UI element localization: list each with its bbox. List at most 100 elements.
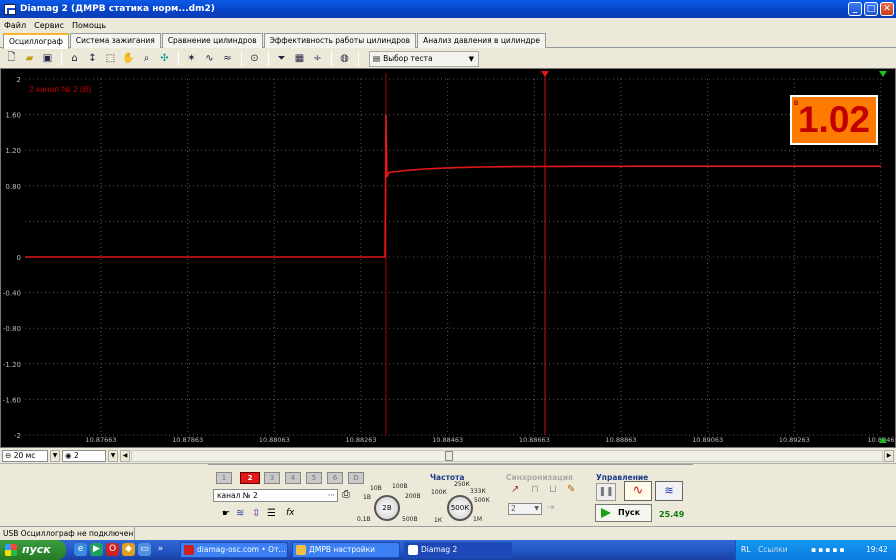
channel-name-field[interactable]: канал № 2 ···: [213, 489, 338, 502]
spectrum-icon[interactable]: ✶: [183, 51, 200, 67]
y-tick-label: 1.20: [5, 147, 21, 155]
clock: 19:42: [866, 545, 888, 554]
oscilloscope-screen[interactable]: 2 1.60 1.20 0.80 0 -0.40 -0.80 -1.20 -1.60 -2 10.8…: [0, 68, 896, 448]
y-tick-label: -2: [14, 432, 21, 440]
sine-mode-button[interactable]: ∿: [624, 481, 652, 501]
probe-icon[interactable]: ☛: [222, 509, 230, 519]
divide-icon[interactable]: ÷: [309, 51, 326, 67]
volt-label-10v: 10В: [370, 485, 382, 492]
gauge-icon[interactable]: ◍: [336, 51, 353, 67]
menu-file[interactable]: Файл: [4, 21, 26, 30]
more-quicklaunch-icon[interactable]: »: [154, 543, 167, 556]
menu-service[interactable]: Сервис: [34, 21, 64, 30]
task-diamag-label: Diamag 2: [421, 545, 458, 554]
x-tick-label: 10.88663: [519, 436, 550, 444]
sync-gate-icon[interactable]: ⊓: [531, 484, 539, 495]
updown-icon[interactable]: ⇳: [252, 508, 260, 519]
task-diamag[interactable]: Diamag 2: [404, 542, 512, 558]
start-button[interactable]: Пуск: [595, 504, 652, 522]
pause-button[interactable]: ❚❚: [596, 483, 616, 501]
open-folder-icon[interactable]: ▰: [21, 51, 38, 67]
scope-plot: 2 1.60 1.20 0.80 0 -0.40 -0.80 -1.20 -1.60 -2 10.8…: [3, 71, 894, 444]
noise-mode-button[interactable]: ≋: [655, 481, 683, 501]
volt-label-100v: 100В: [392, 483, 408, 490]
x-tick-label: 10.88263: [345, 436, 376, 444]
sync-fall-icon[interactable]: ⊔: [549, 484, 557, 495]
cursor-tool-icon[interactable]: ⌂: [66, 51, 83, 67]
start-button-taskbar[interactable]: пуск: [0, 540, 66, 560]
task-browser[interactable]: diamag-osc.com • От...: [180, 542, 288, 558]
minimize-button[interactable]: _: [848, 2, 862, 16]
scroll-thumb[interactable]: [445, 451, 453, 461]
close-button[interactable]: ✕: [880, 2, 894, 16]
tab-cylinder-efficiency[interactable]: Эффективность работы цилиндров: [263, 33, 417, 48]
tab-cylinder-comparison[interactable]: Сравнение цилиндров: [161, 33, 263, 48]
channel-button-1[interactable]: 1: [216, 472, 232, 484]
frequency-knob[interactable]: 500К: [447, 495, 473, 521]
y-tick-label: 0: [17, 254, 21, 262]
sync-channel-select[interactable]: 2 ▼: [508, 503, 542, 515]
tray-icons: ▪▪▪▪▪: [811, 545, 847, 554]
player-quicklaunch-icon[interactable]: ▶: [90, 543, 103, 556]
x-tick-label: 10.89063: [692, 436, 723, 444]
task-settings[interactable]: ДМРВ настройки: [292, 542, 400, 558]
freq-label-1m: 1М: [473, 516, 482, 523]
links-toolbar[interactable]: Ссылки: [758, 540, 787, 560]
channel-button-d[interactable]: D: [348, 472, 364, 484]
new-file-icon[interactable]: 🗋: [3, 51, 20, 67]
timebase-select[interactable]: ⊖ 20 мс: [2, 450, 48, 462]
x-tick-label: 10.88463: [432, 436, 463, 444]
lines-icon[interactable]: ☰: [267, 508, 276, 519]
funnel-icon[interactable]: ⏷: [273, 51, 290, 67]
function-icon[interactable]: fx: [286, 508, 295, 518]
meter-icon[interactable]: ⊙: [246, 51, 263, 67]
channel-button-4[interactable]: 4: [285, 472, 301, 484]
channel-button-6[interactable]: 6: [327, 472, 343, 484]
channel-count-select[interactable]: ◉ 2: [62, 450, 106, 462]
voltage-knob-value: 2В: [382, 504, 392, 512]
hand-tool-icon[interactable]: ✋: [120, 51, 137, 67]
tab-ignition-system[interactable]: Система зажигания: [69, 33, 161, 48]
y-tick-label: -1.20: [3, 361, 21, 369]
sync-arrows-icon[interactable]: ⇥: [547, 503, 555, 513]
language-indicator[interactable]: RL: [741, 540, 750, 560]
channel-button-5[interactable]: 5: [306, 472, 322, 484]
zoom-icon[interactable]: ⌕: [138, 51, 155, 67]
channel-button-2[interactable]: 2: [240, 472, 260, 484]
test-select-icon: ▤: [373, 54, 381, 63]
channel-button-3[interactable]: 3: [264, 472, 280, 484]
printer-icon[interactable]: ⎙: [342, 489, 350, 500]
opera-quicklaunch-icon[interactable]: O: [106, 543, 119, 556]
filter-icon[interactable]: ✣: [156, 51, 173, 67]
y-tick-label: -1.60: [3, 396, 21, 404]
x-tick-label: 10.87863: [172, 436, 203, 444]
sync-rise-icon[interactable]: ↗: [511, 484, 519, 495]
scroll-left-button[interactable]: ◀: [120, 450, 130, 462]
menu-help[interactable]: Помощь: [72, 21, 106, 30]
sync-auto-icon[interactable]: ✎: [567, 484, 575, 495]
channel-count-dropdown-button[interactable]: ▼: [108, 450, 118, 462]
scroll-right-button[interactable]: ▶: [884, 450, 894, 462]
voltage-knob[interactable]: 2В: [374, 495, 400, 521]
wave-a-icon[interactable]: ∿: [201, 51, 218, 67]
measure-tool-icon[interactable]: ↕: [84, 51, 101, 67]
tab-oscilloscope[interactable]: Осциллограф: [3, 33, 69, 49]
start-label: пуск: [22, 543, 51, 556]
maximize-button[interactable]: □: [864, 2, 878, 16]
x-tick-label: 10.88063: [259, 436, 290, 444]
horizontal-scrollbar[interactable]: [131, 450, 883, 462]
save-icon[interactable]: ▣: [39, 51, 56, 67]
timebase-dropdown-button[interactable]: ▼: [50, 450, 60, 462]
channel-target-icon: ◉: [65, 451, 72, 460]
ellipsis-button[interactable]: ···: [328, 490, 335, 501]
select-tool-icon[interactable]: ⬚: [102, 51, 119, 67]
wave-mode-icon[interactable]: ≋: [236, 508, 244, 519]
app-quicklaunch-icon[interactable]: ◆: [122, 543, 135, 556]
test-select[interactable]: ▤ Выбор теста ▼: [369, 50, 479, 67]
ie-quicklaunch-icon[interactable]: e: [74, 543, 87, 556]
tab-pressure-analysis[interactable]: Анализ давления в цилиндре: [417, 33, 546, 48]
wave-b-icon[interactable]: ≈: [219, 51, 236, 67]
grid-icon[interactable]: ▦: [291, 51, 308, 67]
desktop-quicklaunch-icon[interactable]: ▭: [138, 543, 151, 556]
sync-channel-value: 2: [511, 504, 516, 513]
